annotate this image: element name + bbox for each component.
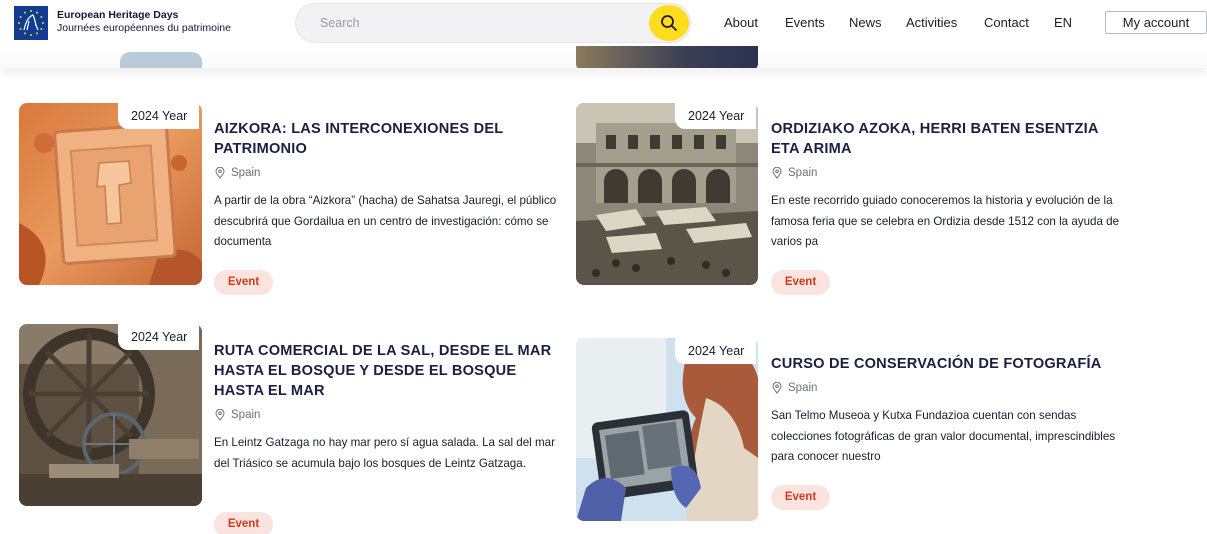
year-tag: 2024 Year <box>118 103 200 129</box>
year-tag: 2024 Year <box>118 324 200 350</box>
event-location: Spain <box>772 382 817 394</box>
location-label: Spain <box>788 382 818 394</box>
event-title[interactable]: AIZKORA: LAS INTERCONEXIONES DEL PATRIMO… <box>214 119 544 159</box>
nav-about[interactable]: About <box>724 15 758 30</box>
event-title[interactable]: CURSO DE CONSERVACIÓN DE FOTOGRAFÍA <box>771 354 1131 374</box>
location-label: Spain <box>231 167 261 179</box>
event-description: En este recorrido guiado conoceremos la … <box>771 194 1120 248</box>
my-account-button[interactable]: My account <box>1105 11 1207 34</box>
site-header: European Heritage Days Journées européen… <box>0 0 1207 46</box>
language-selector[interactable]: EN <box>1054 15 1072 30</box>
location-label: Spain <box>231 409 261 421</box>
brand[interactable]: European Heritage Days Journées européen… <box>57 9 231 35</box>
event-location: Spain <box>772 167 817 179</box>
event-type-badge: Event <box>771 270 830 295</box>
nav-events[interactable]: Events <box>785 15 825 30</box>
previous-card-image-peek <box>576 46 758 68</box>
event-title[interactable]: ORDIZIAKO AZOKA, HERRI BATEN ESENTZIA ET… <box>771 119 1111 159</box>
location-pin-icon <box>772 382 782 394</box>
event-description: En Leintz Gatzaga no hay mar pero sí agu… <box>214 436 555 470</box>
nav-contact[interactable]: Contact <box>984 15 1029 30</box>
event-description: San Telmo Museoa y Kutxa Fundazioa cuent… <box>771 409 1116 463</box>
location-pin-icon <box>772 167 782 179</box>
event-image-photo-conservation[interactable] <box>576 338 758 521</box>
event-image-aizkora[interactable] <box>19 103 202 285</box>
event-title[interactable]: RUTA COMERCIAL DE LA SAL, DESDE EL MAR H… <box>214 341 564 401</box>
search-button[interactable] <box>649 5 689 41</box>
brand-subtitle: Journées européennes du patrimoine <box>57 22 231 34</box>
event-type-badge: Event <box>771 485 830 510</box>
event-location: Spain <box>215 409 260 421</box>
event-image-salt-route[interactable] <box>19 324 202 506</box>
year-tag: 2024 Year <box>675 338 757 364</box>
nav-activities[interactable]: Activities <box>906 15 957 30</box>
location-label: Spain <box>788 167 818 179</box>
nav-news[interactable]: News <box>849 15 882 30</box>
search-input[interactable] <box>320 4 640 42</box>
brand-title: European Heritage Days <box>57 9 179 21</box>
previous-card-badge-peek <box>120 52 202 68</box>
search-icon <box>661 15 677 31</box>
event-type-badge: Event <box>214 270 273 295</box>
event-location: Spain <box>215 167 260 179</box>
event-description: A partir de la obra “Aizkora” (hacha) de… <box>214 194 557 248</box>
event-type-badge: Event <box>214 512 273 534</box>
location-pin-icon <box>215 167 225 179</box>
event-image-ordizia[interactable] <box>576 103 758 285</box>
location-pin-icon <box>215 409 225 421</box>
previous-row-peek <box>0 46 1207 68</box>
ehd-logo[interactable] <box>14 6 48 40</box>
search-bar <box>295 3 691 43</box>
year-tag: 2024 Year <box>675 103 757 129</box>
